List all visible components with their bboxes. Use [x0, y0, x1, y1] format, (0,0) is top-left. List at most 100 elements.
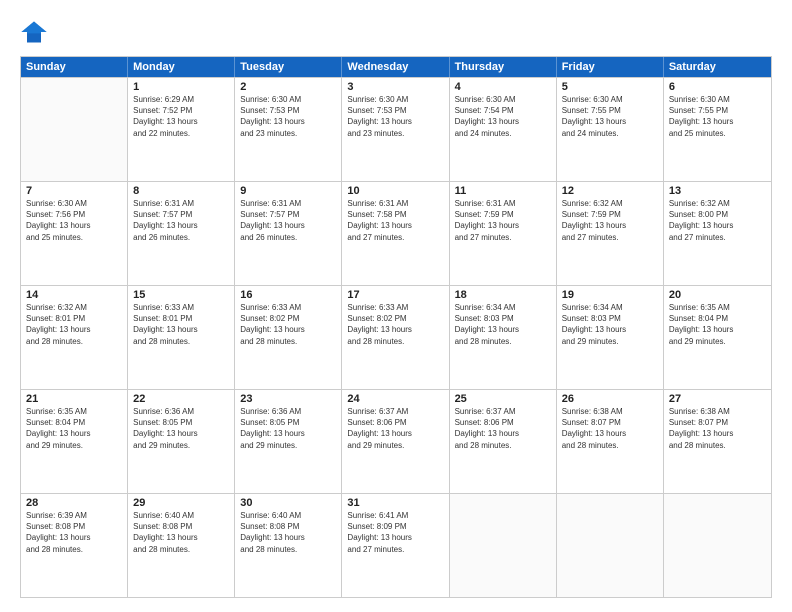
day-info: Sunrise: 6:30 AM Sunset: 7:56 PM Dayligh… — [26, 198, 122, 243]
calendar-row: 7Sunrise: 6:30 AM Sunset: 7:56 PM Daylig… — [21, 181, 771, 285]
day-number: 21 — [26, 393, 122, 405]
day-number: 9 — [240, 185, 336, 197]
day-number: 19 — [562, 289, 658, 301]
day-info: Sunrise: 6:36 AM Sunset: 8:05 PM Dayligh… — [240, 406, 336, 451]
day-number: 29 — [133, 497, 229, 509]
empty-cell — [21, 78, 128, 181]
day-number: 7 — [26, 185, 122, 197]
empty-cell — [450, 494, 557, 597]
day-cell-12: 12Sunrise: 6:32 AM Sunset: 7:59 PM Dayli… — [557, 182, 664, 285]
empty-cell — [557, 494, 664, 597]
day-number: 5 — [562, 81, 658, 93]
day-info: Sunrise: 6:32 AM Sunset: 8:00 PM Dayligh… — [669, 198, 766, 243]
day-cell-7: 7Sunrise: 6:30 AM Sunset: 7:56 PM Daylig… — [21, 182, 128, 285]
day-info: Sunrise: 6:31 AM Sunset: 7:57 PM Dayligh… — [133, 198, 229, 243]
day-number: 12 — [562, 185, 658, 197]
day-cell-4: 4Sunrise: 6:30 AM Sunset: 7:54 PM Daylig… — [450, 78, 557, 181]
day-number: 18 — [455, 289, 551, 301]
day-cell-3: 3Sunrise: 6:30 AM Sunset: 7:53 PM Daylig… — [342, 78, 449, 181]
day-cell-30: 30Sunrise: 6:40 AM Sunset: 8:08 PM Dayli… — [235, 494, 342, 597]
day-cell-11: 11Sunrise: 6:31 AM Sunset: 7:59 PM Dayli… — [450, 182, 557, 285]
day-number: 15 — [133, 289, 229, 301]
day-info: Sunrise: 6:33 AM Sunset: 8:02 PM Dayligh… — [240, 302, 336, 347]
day-cell-20: 20Sunrise: 6:35 AM Sunset: 8:04 PM Dayli… — [664, 286, 771, 389]
day-info: Sunrise: 6:30 AM Sunset: 7:53 PM Dayligh… — [240, 94, 336, 139]
day-info: Sunrise: 6:35 AM Sunset: 8:04 PM Dayligh… — [26, 406, 122, 451]
day-cell-8: 8Sunrise: 6:31 AM Sunset: 7:57 PM Daylig… — [128, 182, 235, 285]
day-cell-17: 17Sunrise: 6:33 AM Sunset: 8:02 PM Dayli… — [342, 286, 449, 389]
day-number: 22 — [133, 393, 229, 405]
day-cell-2: 2Sunrise: 6:30 AM Sunset: 7:53 PM Daylig… — [235, 78, 342, 181]
day-info: Sunrise: 6:35 AM Sunset: 8:04 PM Dayligh… — [669, 302, 766, 347]
day-cell-16: 16Sunrise: 6:33 AM Sunset: 8:02 PM Dayli… — [235, 286, 342, 389]
day-number: 14 — [26, 289, 122, 301]
calendar-row: 1Sunrise: 6:29 AM Sunset: 7:52 PM Daylig… — [21, 77, 771, 181]
day-number: 11 — [455, 185, 551, 197]
day-info: Sunrise: 6:40 AM Sunset: 8:08 PM Dayligh… — [240, 510, 336, 555]
calendar-body: 1Sunrise: 6:29 AM Sunset: 7:52 PM Daylig… — [21, 77, 771, 597]
day-number: 20 — [669, 289, 766, 301]
day-number: 16 — [240, 289, 336, 301]
header-cell-wednesday: Wednesday — [342, 57, 449, 77]
day-cell-6: 6Sunrise: 6:30 AM Sunset: 7:55 PM Daylig… — [664, 78, 771, 181]
day-number: 27 — [669, 393, 766, 405]
day-info: Sunrise: 6:31 AM Sunset: 7:58 PM Dayligh… — [347, 198, 443, 243]
day-cell-21: 21Sunrise: 6:35 AM Sunset: 8:04 PM Dayli… — [21, 390, 128, 493]
day-info: Sunrise: 6:30 AM Sunset: 7:55 PM Dayligh… — [562, 94, 658, 139]
day-info: Sunrise: 6:31 AM Sunset: 7:59 PM Dayligh… — [455, 198, 551, 243]
day-cell-27: 27Sunrise: 6:38 AM Sunset: 8:07 PM Dayli… — [664, 390, 771, 493]
day-cell-18: 18Sunrise: 6:34 AM Sunset: 8:03 PM Dayli… — [450, 286, 557, 389]
day-info: Sunrise: 6:41 AM Sunset: 8:09 PM Dayligh… — [347, 510, 443, 555]
header-cell-thursday: Thursday — [450, 57, 557, 77]
day-cell-13: 13Sunrise: 6:32 AM Sunset: 8:00 PM Dayli… — [664, 182, 771, 285]
day-number: 10 — [347, 185, 443, 197]
day-info: Sunrise: 6:30 AM Sunset: 7:54 PM Dayligh… — [455, 94, 551, 139]
day-cell-25: 25Sunrise: 6:37 AM Sunset: 8:06 PM Dayli… — [450, 390, 557, 493]
day-cell-19: 19Sunrise: 6:34 AM Sunset: 8:03 PM Dayli… — [557, 286, 664, 389]
day-info: Sunrise: 6:32 AM Sunset: 7:59 PM Dayligh… — [562, 198, 658, 243]
page: SundayMondayTuesdayWednesdayThursdayFrid… — [0, 0, 792, 612]
day-info: Sunrise: 6:36 AM Sunset: 8:05 PM Dayligh… — [133, 406, 229, 451]
day-info: Sunrise: 6:40 AM Sunset: 8:08 PM Dayligh… — [133, 510, 229, 555]
header-cell-sunday: Sunday — [21, 57, 128, 77]
day-cell-15: 15Sunrise: 6:33 AM Sunset: 8:01 PM Dayli… — [128, 286, 235, 389]
day-info: Sunrise: 6:38 AM Sunset: 8:07 PM Dayligh… — [562, 406, 658, 451]
day-number: 13 — [669, 185, 766, 197]
day-cell-24: 24Sunrise: 6:37 AM Sunset: 8:06 PM Dayli… — [342, 390, 449, 493]
day-cell-29: 29Sunrise: 6:40 AM Sunset: 8:08 PM Dayli… — [128, 494, 235, 597]
day-number: 26 — [562, 393, 658, 405]
day-cell-10: 10Sunrise: 6:31 AM Sunset: 7:58 PM Dayli… — [342, 182, 449, 285]
header — [20, 18, 772, 46]
empty-cell — [664, 494, 771, 597]
day-info: Sunrise: 6:32 AM Sunset: 8:01 PM Dayligh… — [26, 302, 122, 347]
day-cell-1: 1Sunrise: 6:29 AM Sunset: 7:52 PM Daylig… — [128, 78, 235, 181]
day-number: 24 — [347, 393, 443, 405]
header-cell-friday: Friday — [557, 57, 664, 77]
calendar-row: 21Sunrise: 6:35 AM Sunset: 8:04 PM Dayli… — [21, 389, 771, 493]
header-cell-tuesday: Tuesday — [235, 57, 342, 77]
logo-icon — [20, 18, 48, 46]
day-number: 25 — [455, 393, 551, 405]
day-cell-9: 9Sunrise: 6:31 AM Sunset: 7:57 PM Daylig… — [235, 182, 342, 285]
day-number: 2 — [240, 81, 336, 93]
calendar: SundayMondayTuesdayWednesdayThursdayFrid… — [20, 56, 772, 598]
day-cell-26: 26Sunrise: 6:38 AM Sunset: 8:07 PM Dayli… — [557, 390, 664, 493]
day-number: 28 — [26, 497, 122, 509]
day-cell-22: 22Sunrise: 6:36 AM Sunset: 8:05 PM Dayli… — [128, 390, 235, 493]
day-number: 4 — [455, 81, 551, 93]
day-number: 6 — [669, 81, 766, 93]
day-info: Sunrise: 6:37 AM Sunset: 8:06 PM Dayligh… — [347, 406, 443, 451]
day-info: Sunrise: 6:34 AM Sunset: 8:03 PM Dayligh… — [455, 302, 551, 347]
day-cell-28: 28Sunrise: 6:39 AM Sunset: 8:08 PM Dayli… — [21, 494, 128, 597]
day-number: 30 — [240, 497, 336, 509]
day-cell-5: 5Sunrise: 6:30 AM Sunset: 7:55 PM Daylig… — [557, 78, 664, 181]
day-info: Sunrise: 6:33 AM Sunset: 8:02 PM Dayligh… — [347, 302, 443, 347]
day-info: Sunrise: 6:39 AM Sunset: 8:08 PM Dayligh… — [26, 510, 122, 555]
day-info: Sunrise: 6:30 AM Sunset: 7:55 PM Dayligh… — [669, 94, 766, 139]
logo — [20, 18, 52, 46]
day-info: Sunrise: 6:29 AM Sunset: 7:52 PM Dayligh… — [133, 94, 229, 139]
day-number: 1 — [133, 81, 229, 93]
calendar-row: 28Sunrise: 6:39 AM Sunset: 8:08 PM Dayli… — [21, 493, 771, 597]
day-number: 8 — [133, 185, 229, 197]
calendar-row: 14Sunrise: 6:32 AM Sunset: 8:01 PM Dayli… — [21, 285, 771, 389]
